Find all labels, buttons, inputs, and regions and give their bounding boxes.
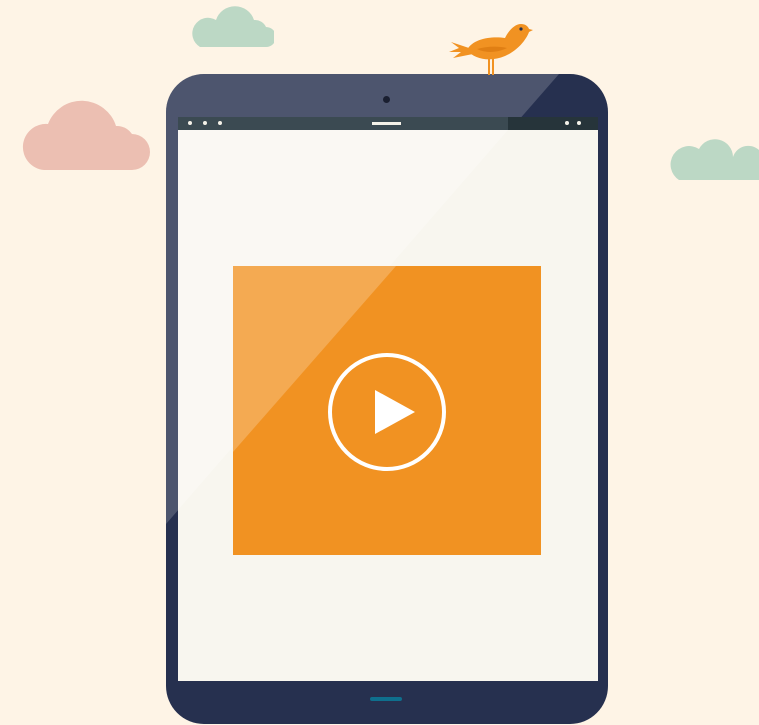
scene bbox=[0, 0, 759, 725]
dot-icon bbox=[218, 121, 222, 125]
status-bar-shade bbox=[508, 117, 598, 130]
status-bar bbox=[178, 117, 598, 130]
status-bar-handle[interactable] bbox=[372, 122, 401, 125]
dot-icon bbox=[577, 121, 581, 125]
dot-icon bbox=[203, 121, 207, 125]
home-button[interactable] bbox=[370, 697, 402, 701]
cloud-icon bbox=[22, 100, 150, 170]
cloud-icon bbox=[670, 139, 759, 180]
play-icon bbox=[375, 390, 415, 434]
bird-icon bbox=[449, 24, 533, 75]
dot-icon bbox=[565, 121, 569, 125]
status-icons-left bbox=[188, 121, 222, 125]
tablet-device bbox=[166, 74, 608, 724]
video-player[interactable] bbox=[233, 266, 541, 555]
dot-icon bbox=[188, 121, 192, 125]
camera-icon bbox=[383, 96, 390, 103]
status-icons-right bbox=[565, 121, 581, 125]
tablet-screen bbox=[178, 117, 598, 681]
cloud-icon bbox=[192, 6, 274, 47]
play-button[interactable] bbox=[327, 352, 447, 472]
